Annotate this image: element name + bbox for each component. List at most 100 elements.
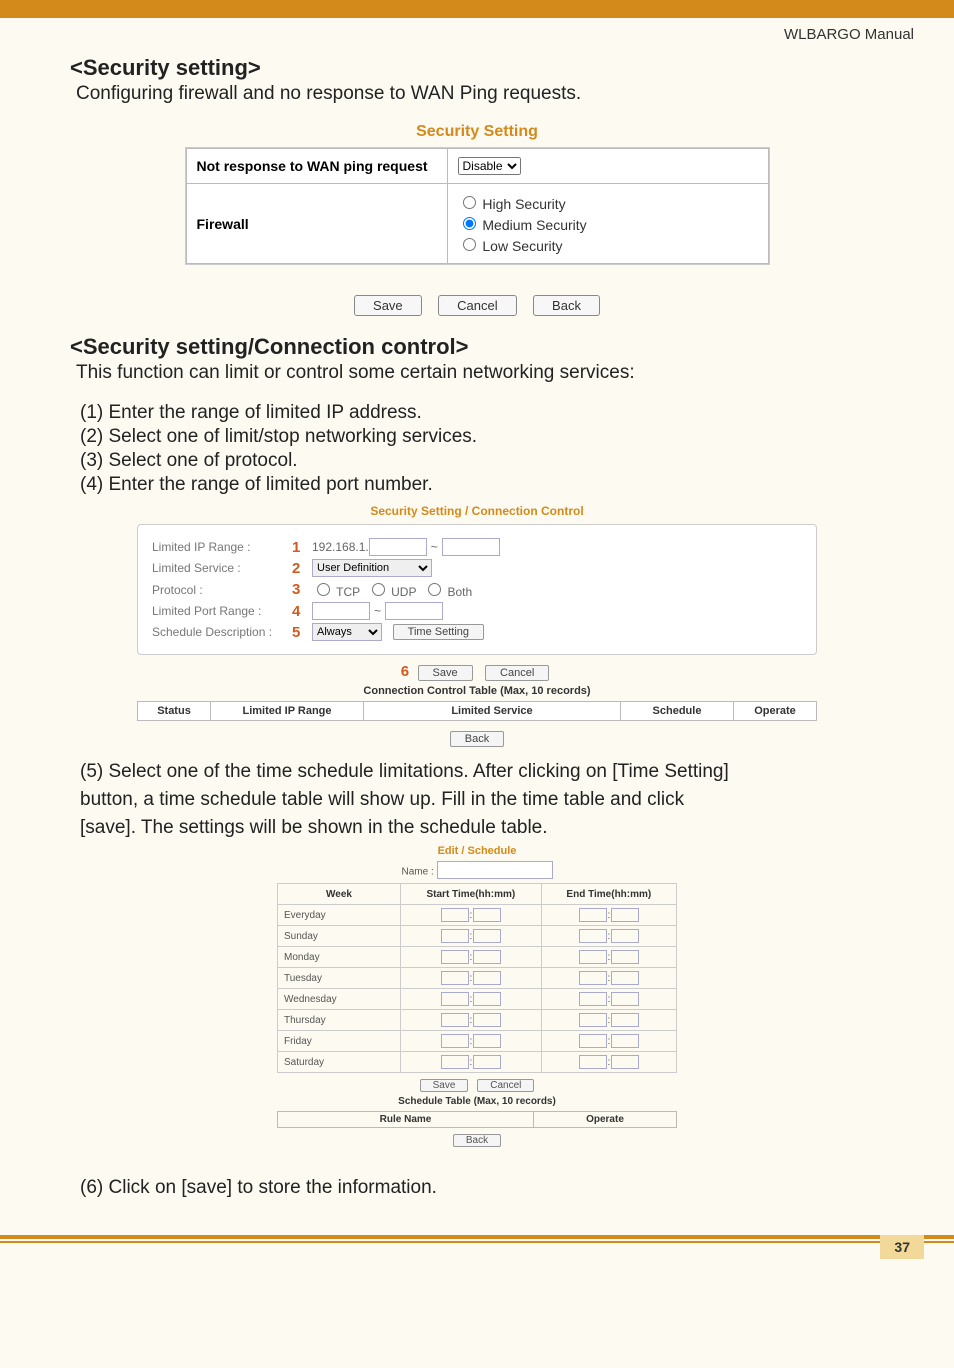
cc-save-button[interactable]: Save [418, 665, 473, 681]
step-5-line2: button, a time schedule table will show … [80, 789, 884, 811]
time-input[interactable] [441, 950, 469, 964]
day-row: Monday:: [278, 947, 677, 968]
time-input[interactable] [611, 929, 639, 943]
time-input[interactable] [611, 1055, 639, 1069]
day-row: Thursday:: [278, 1010, 677, 1031]
th-service: Limited Service [364, 702, 621, 721]
firewall-high-option[interactable]: High Security [458, 192, 758, 213]
protocol-tcp[interactable]: TCP [312, 580, 360, 599]
tilde-icon: ~ [427, 540, 442, 554]
cancel-button[interactable]: Cancel [438, 295, 516, 316]
time-input[interactable] [441, 992, 469, 1006]
time-input[interactable] [473, 908, 501, 922]
time-input[interactable] [473, 971, 501, 985]
time-input[interactable] [611, 950, 639, 964]
port-start-input[interactable] [312, 602, 370, 620]
time-input[interactable] [611, 1034, 639, 1048]
limited-ip-label: Limited IP Range : [152, 540, 292, 554]
callout-5: 5 [292, 624, 312, 641]
protocol-label: Protocol : [152, 583, 292, 597]
connection-control-figure: Security Setting / Connection Control Li… [137, 504, 817, 747]
time-input[interactable] [441, 929, 469, 943]
schedule-week-table: Week Start Time(hh:mm) End Time(hh:mm) E… [277, 883, 677, 1073]
sched-table-caption: Schedule Table (Max, 10 records) [277, 1096, 677, 1107]
firewall-low-option[interactable]: Low Security [458, 234, 758, 255]
sched-save-button[interactable]: Save [420, 1079, 469, 1092]
time-input[interactable] [579, 1034, 607, 1048]
time-input[interactable] [441, 1013, 469, 1027]
th-ip-range: Limited IP Range [211, 702, 364, 721]
step-5-line3: [save]. The settings will be shown in th… [80, 817, 884, 839]
time-setting-button[interactable]: Time Setting [393, 624, 484, 640]
schedule-select[interactable]: Always [312, 623, 382, 641]
time-input[interactable] [611, 908, 639, 922]
page-number: 37 [880, 1235, 924, 1259]
th-operate: Operate [734, 702, 817, 721]
step-2: (2) Select one of limit/stop networking … [80, 426, 884, 448]
protocol-udp[interactable]: UDP [367, 580, 417, 599]
section-cc-desc: This function can limit or control some … [76, 362, 884, 384]
time-input[interactable] [579, 929, 607, 943]
footer-band: 37 [0, 1235, 954, 1259]
step-5-line1: (5) Select one of the time schedule limi… [80, 761, 884, 783]
day-row: Wednesday:: [278, 989, 677, 1010]
time-input[interactable] [473, 1034, 501, 1048]
callout-6: 6 [401, 663, 409, 680]
time-input[interactable] [611, 992, 639, 1006]
manual-title: WLBARGO Manual [0, 18, 954, 47]
time-input[interactable] [441, 908, 469, 922]
th-end-time: End Time(hh:mm) [541, 884, 676, 905]
cc-table-caption: Connection Control Table (Max, 10 record… [137, 685, 817, 697]
section-security-desc: Configuring firewall and no response to … [76, 83, 884, 105]
time-input[interactable] [579, 1055, 607, 1069]
time-input[interactable] [473, 1055, 501, 1069]
protocol-both[interactable]: Both [423, 580, 472, 599]
time-input[interactable] [441, 971, 469, 985]
section-security-heading: <Security setting> [70, 55, 884, 81]
time-input[interactable] [473, 950, 501, 964]
ip-prefix: 192.168.1. [312, 540, 369, 554]
port-end-input[interactable] [385, 602, 443, 620]
wan-ping-select[interactable]: Disable [458, 157, 521, 175]
time-input[interactable] [441, 1055, 469, 1069]
step-1: (1) Enter the range of limited IP addres… [80, 402, 884, 424]
limited-service-label: Limited Service : [152, 561, 292, 575]
cc-cancel-button[interactable]: Cancel [485, 665, 549, 681]
time-input[interactable] [473, 1013, 501, 1027]
time-input[interactable] [579, 908, 607, 922]
time-input[interactable] [579, 971, 607, 985]
back-button[interactable]: Back [533, 295, 600, 316]
time-input[interactable] [441, 1034, 469, 1048]
ip-end-input[interactable] [442, 538, 500, 556]
day-row: Sunday:: [278, 926, 677, 947]
firewall-medium-option[interactable]: Medium Security [458, 213, 758, 234]
sched-name-input[interactable] [437, 861, 553, 879]
connection-control-table: Status Limited IP Range Limited Service … [137, 701, 817, 721]
sched-back-button[interactable]: Back [453, 1134, 501, 1147]
time-input[interactable] [473, 992, 501, 1006]
th-schedule: Schedule [621, 702, 734, 721]
security-setting-panel: Not response to WAN ping request Disable… [185, 147, 770, 265]
time-input[interactable] [611, 1013, 639, 1027]
top-orange-bar [0, 0, 954, 18]
time-input[interactable] [611, 971, 639, 985]
step-3: (3) Select one of protocol. [80, 450, 884, 472]
time-input[interactable] [579, 950, 607, 964]
time-input[interactable] [579, 1013, 607, 1027]
firewall-label: Firewall [186, 184, 447, 264]
fig-security-title: Security Setting [70, 123, 884, 141]
th-week: Week [278, 884, 401, 905]
callout-3: 3 [292, 581, 312, 598]
day-row: Saturday:: [278, 1052, 677, 1073]
tilde-icon-2: ~ [370, 604, 385, 618]
cc-back-button[interactable]: Back [450, 731, 504, 747]
day-row: Tuesday:: [278, 968, 677, 989]
ip-start-input[interactable] [369, 538, 427, 556]
time-input[interactable] [473, 929, 501, 943]
limited-port-label: Limited Port Range : [152, 604, 292, 618]
sched-cancel-button[interactable]: Cancel [477, 1079, 534, 1092]
time-input[interactable] [579, 992, 607, 1006]
service-select[interactable]: User Definition [312, 559, 432, 577]
save-button[interactable]: Save [354, 295, 422, 316]
wan-ping-label: Not response to WAN ping request [186, 149, 447, 184]
